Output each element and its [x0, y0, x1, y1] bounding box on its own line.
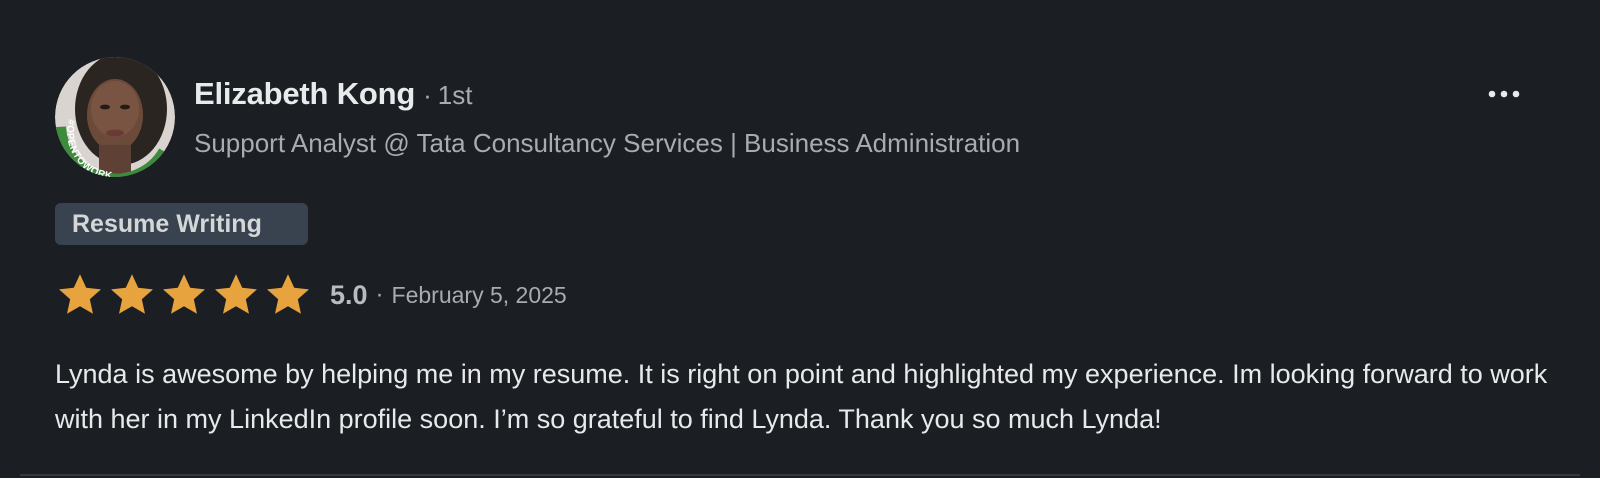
star-icon [267, 274, 309, 314]
service-tag: Resume Writing [55, 203, 308, 245]
star-icon [111, 274, 153, 314]
review-date: February 5, 2025 [391, 281, 567, 308]
more-options-button[interactable] [1480, 74, 1528, 114]
review-card: #OPENTOWORK Elizabeth Kong · 1st Support… [0, 0, 1600, 478]
reviewer-name-line: Elizabeth Kong · 1st [194, 76, 472, 112]
reviewer-avatar[interactable]: #OPENTOWORK [55, 57, 175, 177]
star-rating [56, 271, 316, 319]
service-tag-label: Resume Writing [72, 209, 262, 238]
star-icon [163, 274, 205, 314]
review-text: Lynda is awesome by helping me in my res… [55, 359, 1548, 434]
rating-separator: · [375, 281, 384, 308]
star-icon [215, 274, 257, 314]
ellipsis-icon [1488, 90, 1520, 98]
name-separator: · [423, 80, 432, 110]
rating-value: 5.0 [330, 279, 368, 310]
connection-degree: 1st [437, 80, 473, 110]
avatar-image: #OPENTOWORK [55, 57, 175, 177]
star-icon [59, 274, 101, 314]
rating-row: 5.0 · February 5, 2025 [56, 270, 567, 320]
reviewer-headline: Support Analyst @ Tata Consultancy Servi… [194, 128, 1021, 158]
divider [20, 474, 1580, 476]
reviewer-name[interactable]: Elizabeth Kong [194, 76, 415, 112]
